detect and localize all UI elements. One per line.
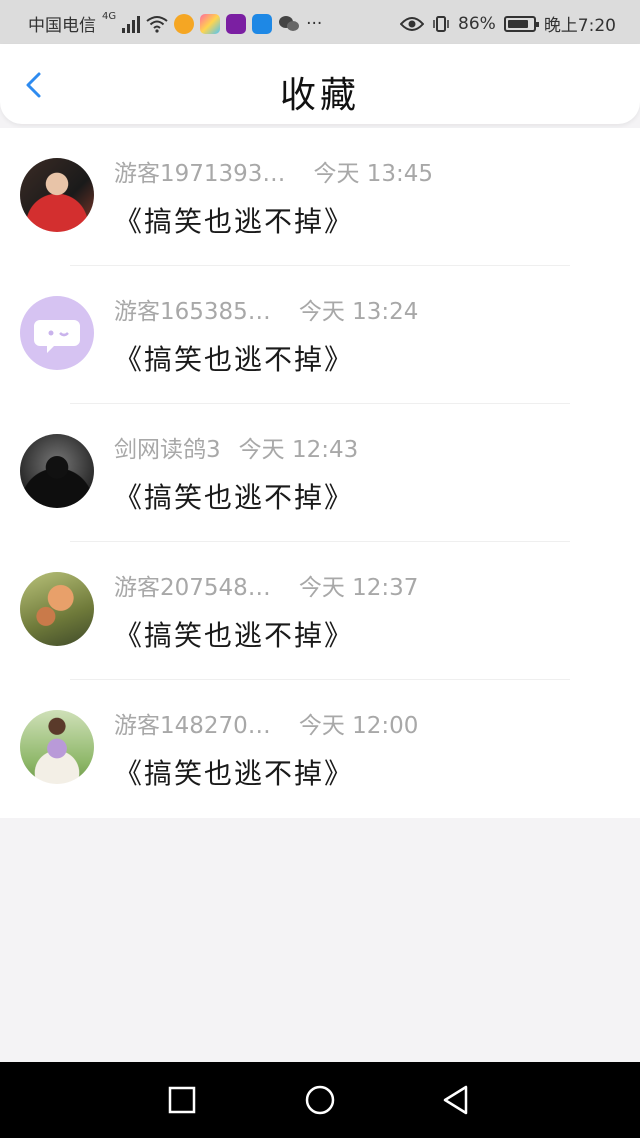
weibo-icon (174, 13, 195, 34)
favorites-list: 游客1971393… 今天 13:45 《搞笑也逃不掉》 游客165385… 今天 … (0, 128, 640, 818)
list-item[interactable]: 游客165385… 今天 13:24 《搞笑也逃不掉》 (0, 266, 640, 404)
item-meta: 游客165385… 今天 13:24 (114, 292, 418, 326)
recents-square-icon[interactable] (164, 1082, 200, 1118)
vibrate-icon (433, 15, 449, 32)
username[interactable]: 剑网读鸽3 (114, 437, 221, 463)
status-left: 中国电信 4G ··· (28, 11, 322, 36)
timestamp: 今天 12:37 (298, 575, 419, 601)
avatar[interactable] (20, 158, 94, 232)
content-title[interactable]: 《搞笑也逃不掉》 (114, 200, 354, 240)
avatar[interactable] (20, 434, 94, 508)
item-meta: 剑网读鸽3 今天 12:43 (114, 430, 358, 464)
battery-percent: 86% (458, 13, 496, 34)
wechat-icon (279, 15, 300, 31)
username[interactable]: 游客207548… (114, 575, 271, 601)
back-triangle-icon[interactable] (438, 1082, 474, 1118)
item-meta: 游客1971393… 今天 13:45 (114, 154, 433, 188)
content-title[interactable]: 《搞笑也逃不掉》 (114, 338, 354, 378)
content-title[interactable]: 《搞笑也逃不掉》 (114, 476, 354, 516)
list-item[interactable]: 游客148270… 今天 12:00 《搞笑也逃不掉》 (0, 680, 640, 818)
app-header: 收藏 (0, 44, 640, 124)
timestamp: 今天 12:43 (238, 437, 359, 463)
timestamp: 今天 12:00 (298, 713, 419, 739)
list-item[interactable]: 游客1971393… 今天 13:45 《搞笑也逃不掉》 (0, 128, 640, 266)
home-circle-icon[interactable] (302, 1082, 338, 1118)
battery-icon (503, 15, 539, 32)
wifi-icon (146, 15, 168, 33)
video-app-icon (226, 13, 247, 34)
app-icon (200, 13, 221, 34)
eye-icon (400, 16, 425, 31)
avatar[interactable] (20, 710, 94, 784)
avatar[interactable] (20, 296, 94, 370)
system-nav-bar (0, 1062, 640, 1138)
avatar[interactable] (20, 572, 94, 646)
time-label: 晚上7:20 (543, 16, 616, 36)
content-title[interactable]: 《搞笑也逃不掉》 (114, 614, 354, 654)
timestamp: 今天 13:24 (298, 299, 419, 325)
item-meta: 游客207548… 今天 12:37 (114, 568, 418, 602)
battery-level (507, 19, 529, 28)
item-meta: 游客148270… 今天 12:00 (114, 706, 418, 740)
bulb-app-icon (252, 13, 273, 34)
list-item[interactable]: 剑网读鸽3 今天 12:43 《搞笑也逃不掉》 (0, 404, 640, 542)
status-bar: 中国电信 4G ··· 86% 晚上7:20 (0, 0, 640, 44)
chat-bubble-icon (34, 320, 80, 353)
more-icon: ··· (306, 13, 323, 34)
list-item[interactable]: 游客207548… 今天 12:37 《搞笑也逃不掉》 (0, 542, 640, 680)
content-title[interactable]: 《搞笑也逃不掉》 (114, 752, 354, 792)
page-title: 收藏 (279, 75, 360, 116)
username[interactable]: 游客148270… (114, 713, 271, 739)
username[interactable]: 游客1971393… (114, 161, 285, 187)
network-label: 4G (102, 11, 117, 22)
signal-icon (122, 15, 141, 33)
status-right: 86% 晚上7:20 (400, 11, 616, 36)
timestamp: 今天 13:45 (313, 161, 434, 187)
carrier-label: 中国电信 (28, 16, 96, 36)
username[interactable]: 游客165385… (114, 299, 271, 325)
